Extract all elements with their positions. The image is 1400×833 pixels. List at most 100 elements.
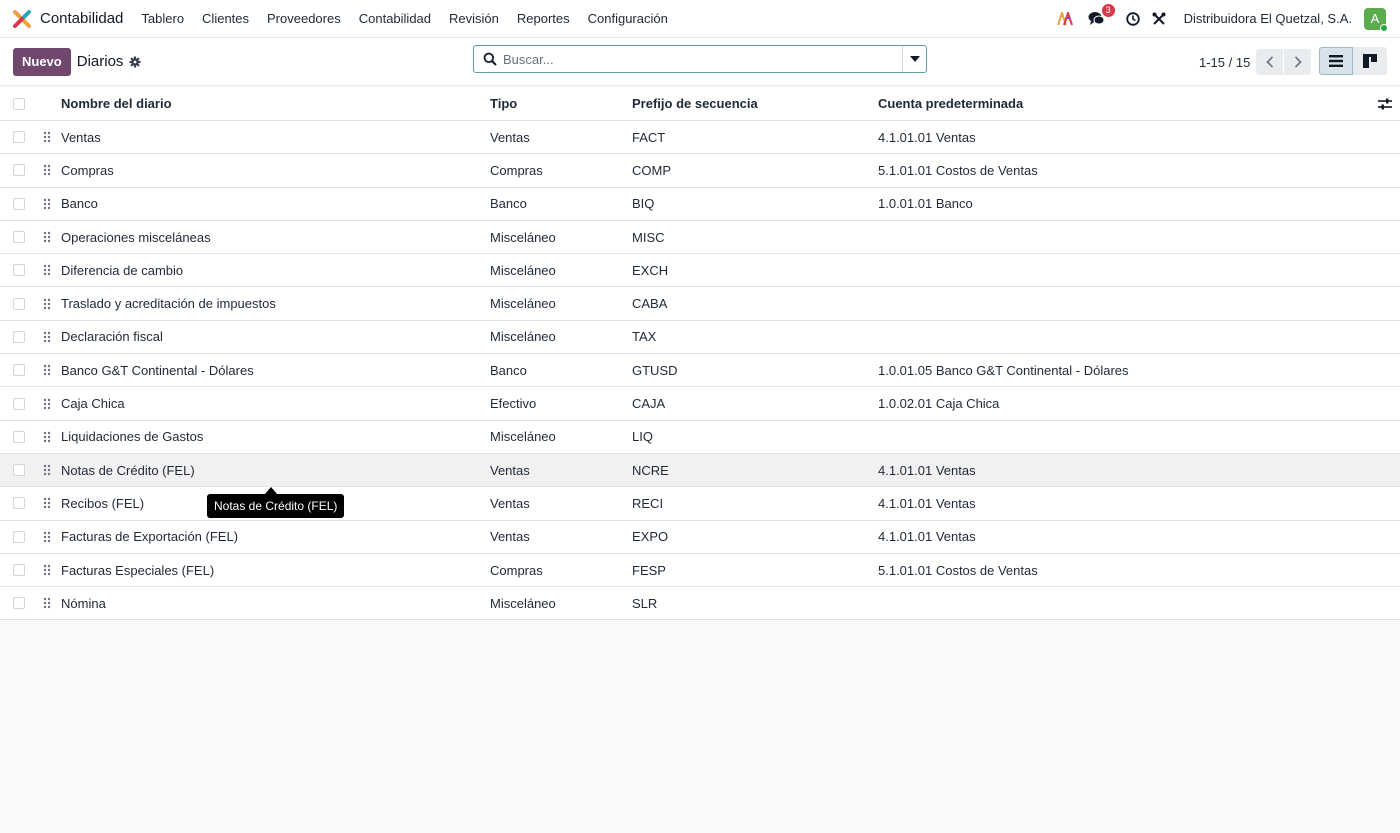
cell-sequence-prefix: MISC xyxy=(632,229,665,245)
pager-value[interactable]: 1-15 / 15 xyxy=(1199,55,1250,70)
table-row[interactable]: Declaración fiscal Misceláneo TAX xyxy=(0,320,1400,355)
row-checkbox[interactable] xyxy=(13,131,25,144)
drag-handle-icon[interactable] xyxy=(43,264,51,276)
gear-icon[interactable] xyxy=(129,56,141,68)
row-checkbox[interactable] xyxy=(13,597,25,610)
column-header-type[interactable]: Tipo xyxy=(490,96,517,111)
row-checkbox[interactable] xyxy=(13,297,25,310)
menu-item-reportes[interactable]: Reportes xyxy=(517,11,570,26)
row-checkbox[interactable] xyxy=(13,264,25,277)
drag-handle-icon[interactable] xyxy=(43,597,51,609)
table-row[interactable]: Ventas Ventas FACT 4.1.01.01 Ventas xyxy=(0,121,1400,155)
app-logo-icon[interactable] xyxy=(12,9,32,29)
drag-handle-icon[interactable] xyxy=(43,564,51,576)
search-options-toggle[interactable] xyxy=(902,46,926,72)
optional-columns-icon[interactable] xyxy=(1378,97,1392,111)
drag-handle-icon[interactable] xyxy=(43,497,51,509)
list-icon xyxy=(1329,55,1343,67)
table-row[interactable]: Banco G&T Continental - Dólares Banco GTUS… xyxy=(0,354,1400,388)
drag-handle-icon[interactable] xyxy=(43,131,51,143)
kanban-view-button[interactable] xyxy=(1353,47,1387,75)
cell-journal-name: Banco G&T Continental - Dólares xyxy=(61,362,254,378)
menu-item-proveedores[interactable]: Proveedores xyxy=(267,11,341,26)
row-checkbox[interactable] xyxy=(13,364,25,377)
drag-handle-icon[interactable] xyxy=(43,198,51,210)
menu-item-clientes[interactable]: Clientes xyxy=(202,11,249,26)
row-checkbox[interactable] xyxy=(13,497,25,510)
table-row[interactable]: Facturas de Exportación (FEL) Ventas EXPO 4… xyxy=(0,520,1400,554)
new-button[interactable]: Nuevo xyxy=(13,47,71,76)
cell-sequence-prefix: CABA xyxy=(632,296,668,312)
drag-handle-icon[interactable] xyxy=(43,364,51,376)
pager-next-button[interactable] xyxy=(1284,49,1312,75)
ai-icon[interactable] xyxy=(1056,10,1074,28)
chevron-left-icon xyxy=(1266,56,1273,68)
table-row[interactable]: Nómina Misceláneo SLR xyxy=(0,587,1400,621)
table-row[interactable]: Compras Compras COMP 5.1.01.01 Costos de Ve… xyxy=(0,154,1400,188)
cell-journal-name: Diferencia de cambio xyxy=(61,262,184,278)
drag-handle-icon[interactable] xyxy=(43,231,51,243)
pager-previous-button[interactable] xyxy=(1256,49,1284,75)
cell-sequence-prefix: FESP xyxy=(632,562,666,578)
table-row[interactable]: Banco Banco BIQ 1.0.01.01 Banco xyxy=(0,187,1400,221)
tooltip: Notas de Crédito (FEL) xyxy=(207,494,345,518)
cell-sequence-prefix: EXCH xyxy=(632,262,669,278)
cell-sequence-prefix: SLR xyxy=(632,595,658,611)
app-name[interactable]: Contabilidad xyxy=(40,10,123,27)
drag-handle-icon[interactable] xyxy=(43,398,51,410)
cell-journal-name: Operaciones misceláneas xyxy=(61,229,211,245)
cell-default-account: 1.0.01.01 Banco xyxy=(878,196,973,212)
cell-journal-type: Compras xyxy=(490,562,543,578)
clock-icon[interactable] xyxy=(1124,10,1142,28)
table-row[interactable]: Caja Chica Efectivo CAJA 1.0.02.01 Caja Chi… xyxy=(0,387,1400,421)
avatar[interactable]: A xyxy=(1364,7,1388,32)
table-row[interactable]: Diferencia de cambio Misceláneo EXCH xyxy=(0,254,1400,288)
online-status-dot xyxy=(1380,23,1388,32)
table-row[interactable]: Notas de Crédito (FEL) Ventas NCRE 4.1.01.0… xyxy=(0,453,1400,488)
row-checkbox[interactable] xyxy=(13,430,25,443)
column-header-prefix[interactable]: Prefijo de secuencia xyxy=(632,96,758,111)
table-body: Ventas Ventas FACT 4.1.01.01 Ventas Compras C… xyxy=(0,121,1400,621)
journals-table: Nombre del diario Tipo Prefijo de secuen… xyxy=(0,87,1400,621)
menu-item-tablero[interactable]: Tablero xyxy=(141,11,184,26)
select-all-checkbox[interactable] xyxy=(13,97,25,110)
search-icon xyxy=(483,52,497,66)
menu-item-revision[interactable]: Revisión xyxy=(449,11,499,26)
cell-journal-type: Misceláneo xyxy=(490,229,556,245)
column-header-name[interactable]: Nombre del diario xyxy=(61,96,172,111)
search-input[interactable] xyxy=(503,51,902,67)
chat-icon[interactable]: 3 xyxy=(1088,3,1115,28)
drag-handle-icon[interactable] xyxy=(43,464,51,476)
table-row[interactable]: Liquidaciones de Gastos Misceláneo LIQ xyxy=(0,420,1400,454)
list-view-button[interactable] xyxy=(1319,47,1353,75)
table-row[interactable]: Facturas Especiales (FEL) Compras FESP 5.1.… xyxy=(0,553,1400,588)
table-row[interactable]: Operaciones misceláneas Misceláneo MISC xyxy=(0,220,1400,255)
cell-journal-name: Compras xyxy=(61,162,114,178)
cell-journal-name: Banco xyxy=(61,196,98,212)
drag-handle-icon[interactable] xyxy=(43,331,51,343)
menu-item-configuracion[interactable]: Configuración xyxy=(588,11,668,26)
row-checkbox[interactable] xyxy=(13,197,25,210)
cell-sequence-prefix: GTUSD xyxy=(632,362,678,378)
row-checkbox[interactable] xyxy=(13,164,25,177)
drag-handle-icon[interactable] xyxy=(43,431,51,443)
tools-icon[interactable] xyxy=(1150,10,1168,28)
drag-handle-icon[interactable] xyxy=(43,164,51,176)
messages-badge: 3 xyxy=(1101,3,1115,17)
row-checkbox[interactable] xyxy=(13,397,25,410)
cell-journal-type: Ventas xyxy=(490,462,530,478)
view-switcher xyxy=(1319,47,1387,75)
drag-handle-icon[interactable] xyxy=(43,531,51,543)
table-header: Nombre del diario Tipo Prefijo de secuen… xyxy=(0,87,1400,121)
row-checkbox[interactable] xyxy=(13,564,25,576)
drag-handle-icon[interactable] xyxy=(43,298,51,310)
row-checkbox[interactable] xyxy=(13,530,25,543)
menu-item-contabilidad[interactable]: Contabilidad xyxy=(359,11,431,26)
row-checkbox[interactable] xyxy=(13,464,25,477)
table-row[interactable]: Traslado y acreditación de impuestos Misc… xyxy=(0,287,1400,321)
row-checkbox[interactable] xyxy=(13,231,25,244)
company-switcher[interactable]: Distribuidora El Quetzal, S.A. xyxy=(1184,11,1352,26)
column-header-account[interactable]: Cuenta predeterminada xyxy=(878,96,1023,111)
cell-sequence-prefix: BIQ xyxy=(632,196,655,212)
row-checkbox[interactable] xyxy=(13,330,25,343)
